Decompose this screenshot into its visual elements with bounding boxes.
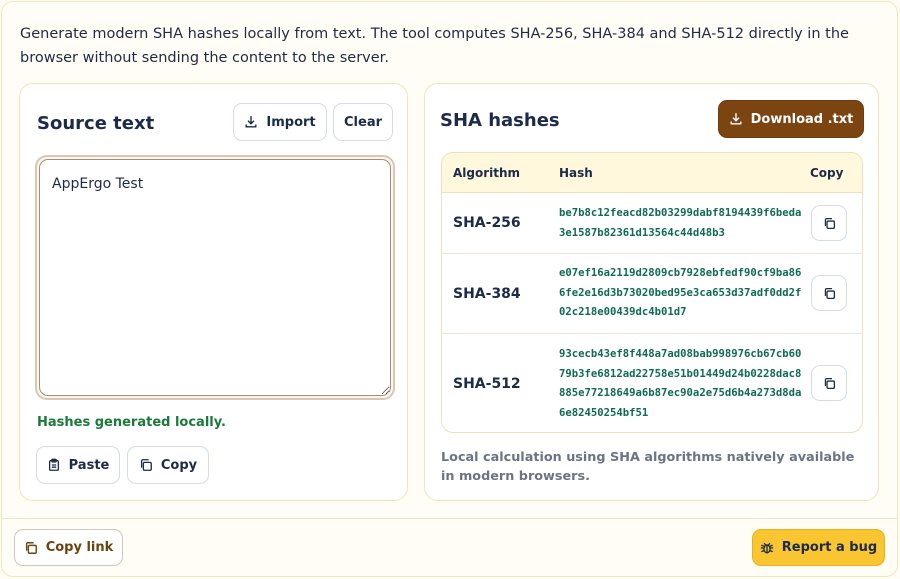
bug-icon xyxy=(760,541,774,555)
copy-icon xyxy=(823,377,836,390)
copy-hash-button[interactable] xyxy=(811,205,847,241)
copy-icon xyxy=(823,287,836,300)
hash-value[interactable]: be7b8c12feacd82b03299dabf8194439f6beda3e… xyxy=(559,204,804,243)
import-button[interactable]: Import xyxy=(233,103,327,141)
algorithm-name: SHA-512 xyxy=(453,376,521,392)
hash-value[interactable]: e07ef16a2119d2809cb7928ebfedf90cf9ba866f… xyxy=(559,264,804,323)
report-bug-button[interactable]: Report a bug xyxy=(752,529,885,566)
column-hash: Hash xyxy=(559,166,593,180)
table-row: SHA-384 e07ef16a2119d2809cb7928ebfedf90c… xyxy=(442,254,862,334)
column-copy: Copy xyxy=(810,166,844,180)
status-message: Hashes generated locally. xyxy=(37,415,226,430)
copy-hash-button[interactable] xyxy=(811,365,847,401)
hashes-panel: SHA hashes Download .txt Algorithm Hash … xyxy=(424,83,879,501)
copy-hash-button[interactable] xyxy=(811,275,847,311)
copy-icon xyxy=(139,458,153,472)
download-label: Download .txt xyxy=(750,111,854,127)
paste-button[interactable]: Paste xyxy=(36,446,120,484)
import-label: Import xyxy=(266,114,316,130)
copy-source-button[interactable]: Copy xyxy=(127,446,209,484)
table-header: Algorithm Hash Copy xyxy=(442,153,862,193)
algorithm-name: SHA-256 xyxy=(453,215,521,231)
report-bug-label: Report a bug xyxy=(781,540,878,555)
table-row: SHA-512 93cecb43ef8f448a7ad08bab998976cb… xyxy=(442,334,862,432)
clear-button[interactable]: Clear xyxy=(333,103,393,141)
download-icon xyxy=(729,112,743,126)
info-note: Local calculation using SHA algorithms n… xyxy=(441,450,855,484)
clipboard-icon xyxy=(47,458,61,472)
hashes-title: SHA hashes xyxy=(440,110,560,131)
source-title: Source text xyxy=(37,113,155,134)
table-row: SHA-256 be7b8c12feacd82b03299dabf8194439… xyxy=(442,193,862,254)
copy-icon xyxy=(823,217,836,230)
copy-label: Copy xyxy=(160,457,198,473)
hash-value[interactable]: 93cecb43ef8f448a7ad08bab998976cb67cb6079… xyxy=(559,345,804,423)
copy-link-label: Copy link xyxy=(45,540,114,555)
copy-icon xyxy=(24,541,38,555)
footer-divider xyxy=(2,518,897,519)
column-algorithm: Algorithm xyxy=(453,166,521,180)
hash-table: Algorithm Hash Copy SHA-256 be7b8c12feac… xyxy=(441,152,863,433)
source-textarea-wrap: AppErgo Test xyxy=(35,155,395,400)
source-textarea[interactable]: AppErgo Test xyxy=(39,159,391,396)
source-panel: Source text Import Clear AppErgo Test Ha… xyxy=(19,83,408,501)
intro-text: Generate modern SHA hashes locally from … xyxy=(20,26,849,66)
download-txt-button[interactable]: Download .txt xyxy=(718,100,864,138)
download-icon xyxy=(244,115,258,129)
paste-label: Paste xyxy=(68,457,110,473)
algorithm-name: SHA-384 xyxy=(453,286,521,302)
copy-link-button[interactable]: Copy link xyxy=(14,529,123,566)
